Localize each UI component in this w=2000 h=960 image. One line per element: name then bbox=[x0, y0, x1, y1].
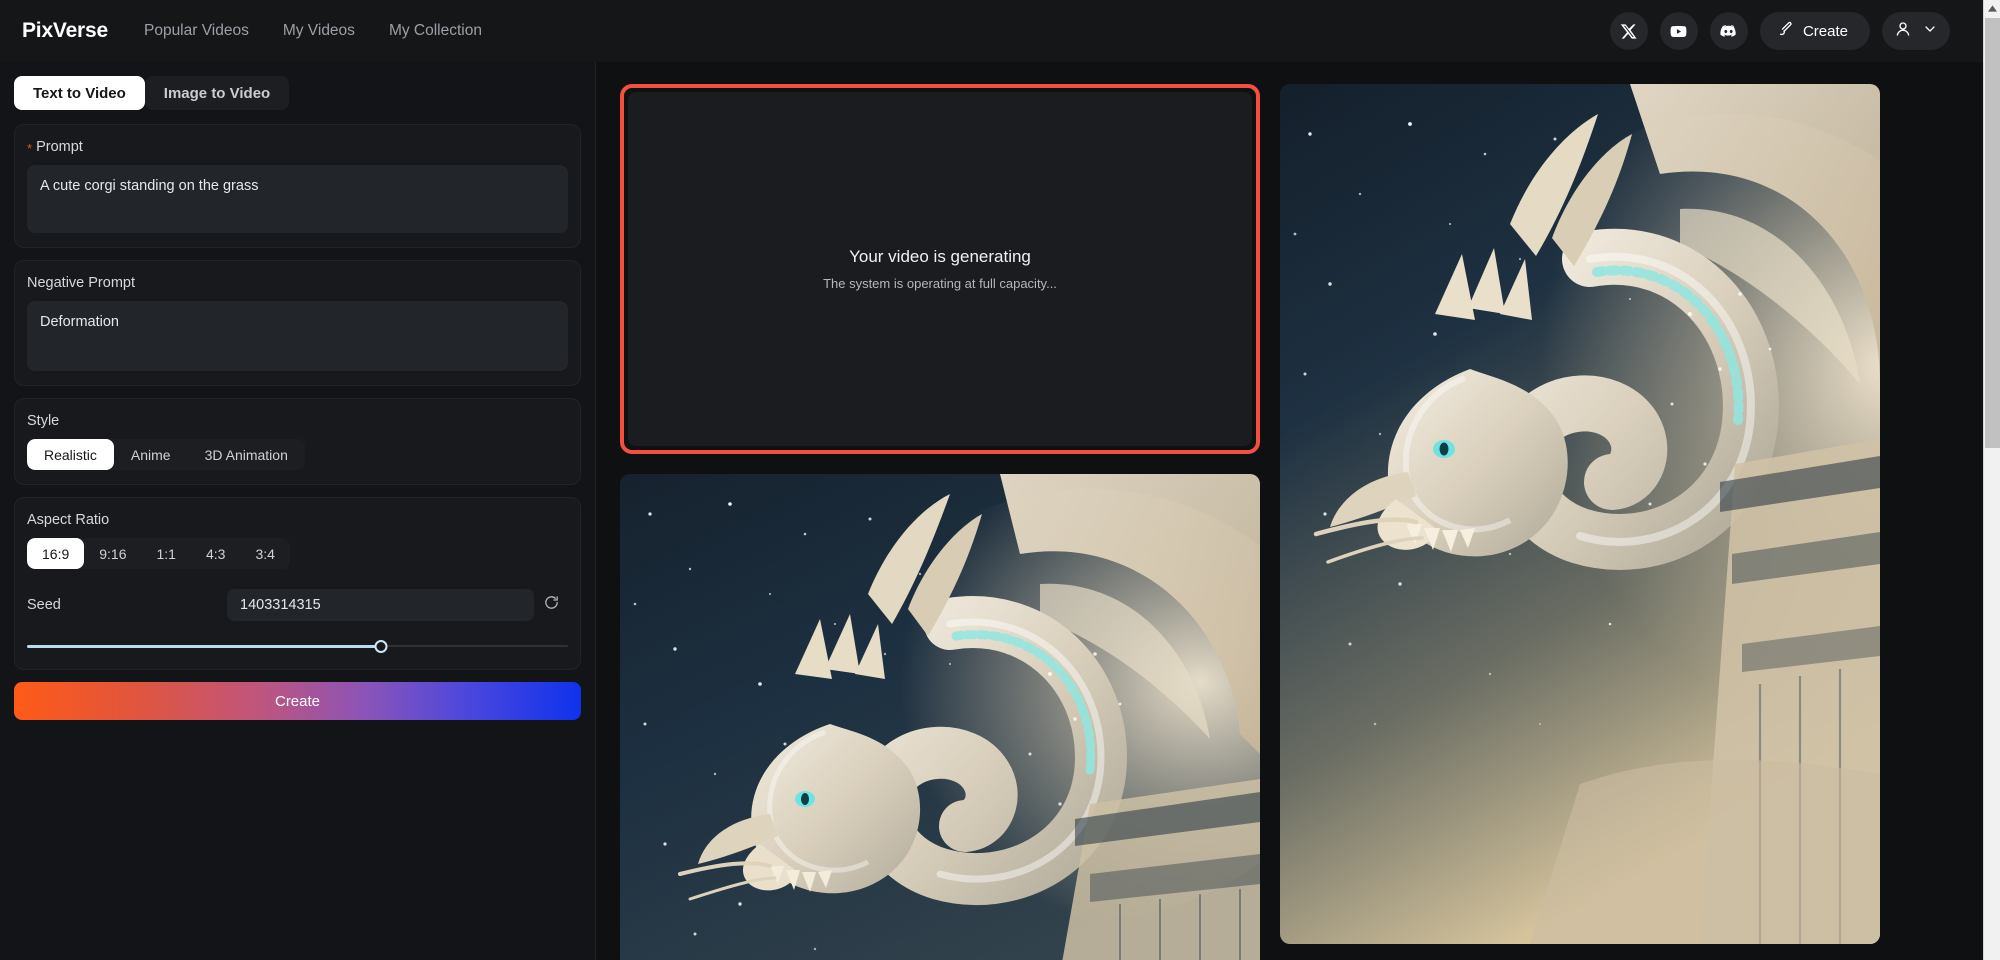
aspect-ratio-option-16-9[interactable]: 16:9 bbox=[27, 538, 85, 569]
app-header: PixVerse Popular Videos My Videos My Col… bbox=[0, 0, 2000, 62]
seed-slider-fill bbox=[27, 644, 382, 648]
refresh-icon bbox=[543, 594, 560, 616]
tab-text-to-video[interactable]: Text to Video bbox=[14, 76, 145, 110]
seed-slider-thumb[interactable] bbox=[374, 639, 388, 653]
negative-prompt-input[interactable]: Deformation bbox=[27, 301, 568, 371]
results-area: Your video is generating The system is o… bbox=[596, 62, 2000, 960]
video-thumbnail-dragon-2[interactable] bbox=[1280, 84, 1880, 944]
video-thumbnail-dragon-1[interactable] bbox=[620, 474, 1260, 960]
seed-row: Seed 1403314315 bbox=[27, 589, 568, 621]
aspect-ratio-option-4-3[interactable]: 4:3 bbox=[191, 538, 240, 569]
nav-my-collection[interactable]: My Collection bbox=[389, 22, 482, 40]
x-twitter-button[interactable] bbox=[1609, 12, 1648, 50]
aspect-ratio-option-9-16[interactable]: 9:16 bbox=[84, 538, 141, 569]
prompt-card: * Prompt A cute corgi standing on the gr… bbox=[14, 124, 581, 248]
main-nav: Popular Videos My Videos My Collection bbox=[144, 22, 482, 40]
aspect-ratio-option-group: 16:9 9:16 1:1 4:3 3:4 bbox=[27, 538, 290, 569]
aspect-ratio-label: Aspect Ratio bbox=[27, 512, 110, 528]
seed-slider[interactable] bbox=[27, 639, 568, 653]
app-root: PixVerse Popular Videos My Videos My Col… bbox=[0, 0, 2000, 960]
seed-refresh-button[interactable] bbox=[534, 594, 568, 616]
brush-icon bbox=[1778, 21, 1794, 41]
style-option-group: Realistic Anime 3D Animation bbox=[27, 439, 305, 470]
youtube-button[interactable] bbox=[1659, 12, 1698, 50]
nav-popular-videos[interactable]: Popular Videos bbox=[144, 22, 249, 40]
seed-input[interactable]: 1403314315 bbox=[227, 589, 534, 621]
negative-prompt-label: Negative Prompt bbox=[27, 275, 135, 291]
style-option-realistic[interactable]: Realistic bbox=[27, 439, 114, 470]
discord-button[interactable] bbox=[1709, 12, 1748, 50]
nav-my-videos[interactable]: My Videos bbox=[283, 22, 355, 40]
results-column-right bbox=[1280, 84, 1880, 944]
generation-panel: Text to Video Image to Video * Prompt A … bbox=[0, 62, 596, 960]
account-menu-button[interactable] bbox=[1882, 12, 1950, 50]
app-body: Text to Video Image to Video * Prompt A … bbox=[0, 62, 2000, 960]
generating-subtitle: The system is operating at full capacity… bbox=[823, 276, 1057, 291]
style-label: Style bbox=[27, 413, 60, 429]
aspect-ratio-option-3-4[interactable]: 3:4 bbox=[240, 538, 289, 569]
dragon-artwork-1 bbox=[620, 474, 1260, 960]
header-create-button[interactable]: Create bbox=[1759, 12, 1870, 50]
brand-logo[interactable]: PixVerse bbox=[22, 19, 108, 43]
dragon-artwork-2 bbox=[1280, 84, 1880, 944]
required-asterisk: * bbox=[27, 141, 33, 156]
seed-label: Seed bbox=[27, 597, 61, 613]
prompt-label-row: * Prompt bbox=[27, 139, 568, 155]
prompt-input[interactable]: A cute corgi standing on the grass bbox=[27, 165, 568, 233]
prompt-label: Prompt bbox=[36, 139, 83, 155]
tab-image-to-video[interactable]: Image to Video bbox=[144, 76, 290, 110]
discord-icon bbox=[1719, 22, 1738, 41]
style-card: Style Realistic Anime 3D Animation bbox=[14, 398, 581, 485]
aspect-ratio-option-1-1[interactable]: 1:1 bbox=[142, 538, 191, 569]
results-grid: Your video is generating The system is o… bbox=[620, 84, 1976, 960]
style-option-3d-animation[interactable]: 3D Animation bbox=[188, 439, 305, 470]
youtube-icon bbox=[1669, 22, 1688, 41]
scroll-up-arrow-icon[interactable] bbox=[1984, 0, 2000, 17]
page-scrollbar[interactable] bbox=[1983, 0, 2000, 960]
mode-tabs: Text to Video Image to Video bbox=[14, 76, 581, 110]
aspect-ratio-card: Aspect Ratio 16:9 9:16 1:1 4:3 3:4 Seed … bbox=[14, 497, 581, 670]
header-create-label: Create bbox=[1802, 22, 1848, 40]
page-scrollbar-thumb[interactable] bbox=[1985, 18, 2000, 448]
create-submit-button[interactable]: Create bbox=[14, 682, 581, 720]
generating-title: Your video is generating bbox=[849, 247, 1031, 266]
header-actions: Create bbox=[1609, 12, 1976, 50]
negative-prompt-card: Negative Prompt Deformation bbox=[14, 260, 581, 386]
generating-card[interactable]: Your video is generating The system is o… bbox=[620, 84, 1260, 454]
negative-prompt-label-row: Negative Prompt bbox=[27, 275, 568, 291]
x-twitter-icon bbox=[1620, 23, 1637, 40]
chevron-down-icon bbox=[1922, 21, 1938, 42]
style-option-anime[interactable]: Anime bbox=[114, 439, 188, 470]
generating-card-inner: Your video is generating The system is o… bbox=[628, 92, 1252, 446]
user-icon bbox=[1894, 20, 1912, 43]
results-column-left: Your video is generating The system is o… bbox=[620, 84, 1260, 960]
